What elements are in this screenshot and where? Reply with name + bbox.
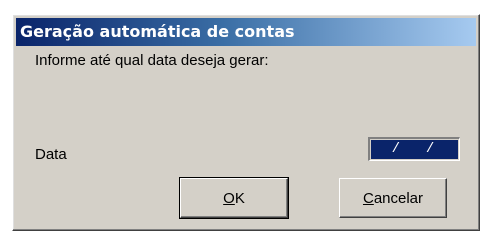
- generation-dialog: Geração automática de contas Informe até…: [12, 14, 480, 231]
- ok-button[interactable]: OK: [179, 177, 289, 219]
- cancel-button-mnemonic: C: [362, 189, 374, 207]
- cancel-button[interactable]: Cancelar: [339, 178, 447, 218]
- window-title: Geração automática de contas: [20, 22, 295, 41]
- cancel-button-label: ancelar: [373, 189, 424, 207]
- title-bar[interactable]: Geração automática de contas: [16, 18, 476, 46]
- date-input-value[interactable]: / /: [371, 140, 458, 159]
- ok-button-label: K: [234, 189, 245, 207]
- date-input[interactable]: / /: [368, 137, 460, 161]
- date-label: Data: [35, 146, 67, 163]
- ok-button-mnemonic: O: [223, 189, 235, 207]
- prompt-text: Informe até qual data deseja gerar:: [35, 52, 269, 69]
